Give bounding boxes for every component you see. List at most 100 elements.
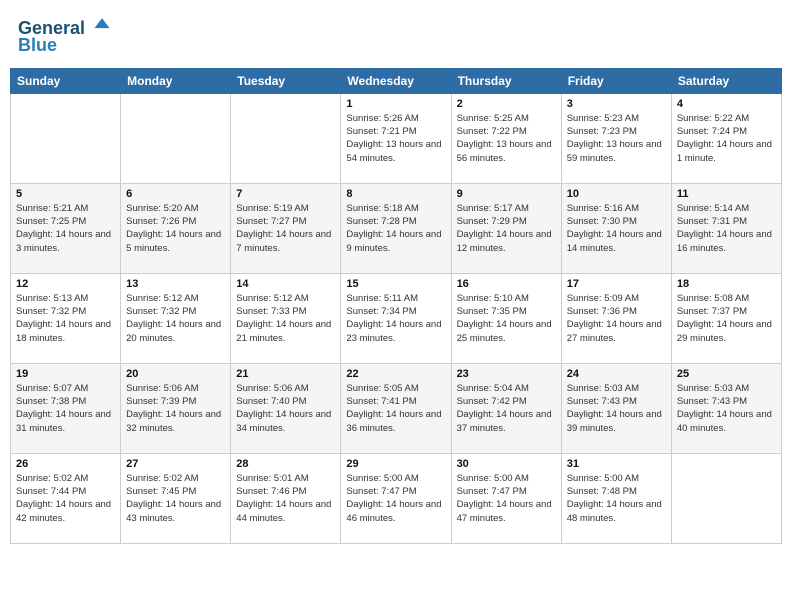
- calendar-day-cell: 9 Sunrise: 5:17 AMSunset: 7:29 PMDaylight…: [451, 183, 561, 273]
- day-number: 6: [126, 188, 225, 200]
- calendar-day-cell: 14 Sunrise: 5:12 AMSunset: 7:33 PMDayligh…: [231, 273, 341, 363]
- day-info: Sunrise: 5:05 AMSunset: 7:41 PMDaylight:…: [346, 382, 445, 435]
- day-info: Sunrise: 5:01 AMSunset: 7:46 PMDaylight:…: [236, 472, 335, 525]
- day-number: 15: [346, 278, 445, 290]
- weekday-header-cell: Tuesday: [231, 68, 341, 93]
- day-number: 27: [126, 458, 225, 470]
- day-info: Sunrise: 5:03 AMSunset: 7:43 PMDaylight:…: [567, 382, 666, 435]
- calendar-day-cell: 7 Sunrise: 5:19 AMSunset: 7:27 PMDaylight…: [231, 183, 341, 273]
- day-number: 21: [236, 368, 335, 380]
- calendar-week-row: 5 Sunrise: 5:21 AMSunset: 7:25 PMDaylight…: [11, 183, 782, 273]
- day-number: 1: [346, 98, 445, 110]
- calendar-day-cell: 6 Sunrise: 5:20 AMSunset: 7:26 PMDaylight…: [121, 183, 231, 273]
- day-number: 2: [457, 98, 556, 110]
- day-number: 24: [567, 368, 666, 380]
- day-number: 22: [346, 368, 445, 380]
- day-number: 11: [677, 188, 776, 200]
- calendar-day-cell: 4 Sunrise: 5:22 AMSunset: 7:24 PMDaylight…: [671, 93, 781, 183]
- day-number: 25: [677, 368, 776, 380]
- day-info: Sunrise: 5:00 AMSunset: 7:47 PMDaylight:…: [346, 472, 445, 525]
- calendar-body: 1Sunrise: 5:26 AMSunset: 7:21 PMDaylight…: [11, 93, 782, 543]
- day-number: 16: [457, 278, 556, 290]
- day-info: Sunrise: 5:21 AMSunset: 7:25 PMDaylight:…: [16, 202, 115, 255]
- weekday-header-cell: Monday: [121, 68, 231, 93]
- calendar-week-row: 26 Sunrise: 5:02 AMSunset: 7:44 PMDayligh…: [11, 453, 782, 543]
- day-info: Sunrise: 5:14 AMSunset: 7:31 PMDaylight:…: [677, 202, 776, 255]
- day-info: Sunrise: 5:06 AMSunset: 7:39 PMDaylight:…: [126, 382, 225, 435]
- day-info: Sunrise: 5:00 AMSunset: 7:47 PMDaylight:…: [457, 472, 556, 525]
- calendar-day-cell: 1Sunrise: 5:26 AMSunset: 7:21 PMDaylight…: [341, 93, 451, 183]
- day-number: 10: [567, 188, 666, 200]
- calendar-day-cell: 3 Sunrise: 5:23 AMSunset: 7:23 PMDaylight…: [561, 93, 671, 183]
- day-info: Sunrise: 5:16 AMSunset: 7:30 PMDaylight:…: [567, 202, 666, 255]
- day-info: Sunrise: 5:23 AMSunset: 7:23 PMDaylight:…: [567, 112, 666, 165]
- day-number: 13: [126, 278, 225, 290]
- day-info: Sunrise: 5:10 AMSunset: 7:35 PMDaylight:…: [457, 292, 556, 345]
- calendar-day-cell: 31 Sunrise: 5:00 AMSunset: 7:48 PMDayligh…: [561, 453, 671, 543]
- day-info: Sunrise: 5:18 AMSunset: 7:28 PMDaylight:…: [346, 202, 445, 255]
- day-number: 30: [457, 458, 556, 470]
- calendar-day-cell: 11 Sunrise: 5:14 AMSunset: 7:31 PMDayligh…: [671, 183, 781, 273]
- calendar-day-cell: 18Sunrise: 5:08 AMSunset: 7:37 PMDayligh…: [671, 273, 781, 363]
- day-info: Sunrise: 5:07 AMSunset: 7:38 PMDaylight:…: [16, 382, 115, 435]
- calendar-day-cell: 29 Sunrise: 5:00 AMSunset: 7:47 PMDayligh…: [341, 453, 451, 543]
- calendar-day-cell: [231, 93, 341, 183]
- day-info: Sunrise: 5:12 AMSunset: 7:32 PMDaylight:…: [126, 292, 225, 345]
- weekday-header-cell: Saturday: [671, 68, 781, 93]
- calendar-day-cell: 22 Sunrise: 5:05 AMSunset: 7:41 PMDayligh…: [341, 363, 451, 453]
- calendar-week-row: 19 Sunrise: 5:07 AMSunset: 7:38 PMDayligh…: [11, 363, 782, 453]
- day-number: 18: [677, 278, 776, 290]
- day-info: Sunrise: 5:02 AMSunset: 7:45 PMDaylight:…: [126, 472, 225, 525]
- day-number: 31: [567, 458, 666, 470]
- calendar-week-row: 12 Sunrise: 5:13 AMSunset: 7:32 PMDayligh…: [11, 273, 782, 363]
- day-number: 3: [567, 98, 666, 110]
- weekday-header-cell: Wednesday: [341, 68, 451, 93]
- day-number: 9: [457, 188, 556, 200]
- calendar-day-cell: 12 Sunrise: 5:13 AMSunset: 7:32 PMDayligh…: [11, 273, 121, 363]
- calendar-day-cell: 2 Sunrise: 5:25 AMSunset: 7:22 PMDaylight…: [451, 93, 561, 183]
- weekday-header-cell: Friday: [561, 68, 671, 93]
- day-number: 26: [16, 458, 115, 470]
- day-info: Sunrise: 5:11 AMSunset: 7:34 PMDaylight:…: [346, 292, 445, 345]
- day-number: 12: [16, 278, 115, 290]
- day-number: 19: [16, 368, 115, 380]
- day-info: Sunrise: 5:09 AMSunset: 7:36 PMDaylight:…: [567, 292, 666, 345]
- day-number: 17: [567, 278, 666, 290]
- day-number: 20: [126, 368, 225, 380]
- page-header: General Blue: [10, 10, 782, 60]
- day-info: Sunrise: 5:22 AMSunset: 7:24 PMDaylight:…: [677, 112, 776, 165]
- day-info: Sunrise: 5:06 AMSunset: 7:40 PMDaylight:…: [236, 382, 335, 435]
- day-info: Sunrise: 5:12 AMSunset: 7:33 PMDaylight:…: [236, 292, 335, 345]
- calendar-day-cell: 8 Sunrise: 5:18 AMSunset: 7:28 PMDaylight…: [341, 183, 451, 273]
- calendar-week-row: 1Sunrise: 5:26 AMSunset: 7:21 PMDaylight…: [11, 93, 782, 183]
- calendar-day-cell: 25Sunrise: 5:03 AMSunset: 7:43 PMDayligh…: [671, 363, 781, 453]
- calendar-day-cell: 13 Sunrise: 5:12 AMSunset: 7:32 PMDayligh…: [121, 273, 231, 363]
- day-number: 29: [346, 458, 445, 470]
- day-info: Sunrise: 5:13 AMSunset: 7:32 PMDaylight:…: [16, 292, 115, 345]
- calendar-day-cell: [11, 93, 121, 183]
- day-number: 4: [677, 98, 776, 110]
- weekday-header-cell: Thursday: [451, 68, 561, 93]
- calendar-day-cell: 23Sunrise: 5:04 AMSunset: 7:42 PMDayligh…: [451, 363, 561, 453]
- day-info: Sunrise: 5:25 AMSunset: 7:22 PMDaylight:…: [457, 112, 556, 165]
- day-info: Sunrise: 5:02 AMSunset: 7:44 PMDaylight:…: [16, 472, 115, 525]
- calendar-day-cell: [121, 93, 231, 183]
- calendar-day-cell: 30 Sunrise: 5:00 AMSunset: 7:47 PMDayligh…: [451, 453, 561, 543]
- weekday-header-cell: Sunday: [11, 68, 121, 93]
- day-number: 14: [236, 278, 335, 290]
- day-number: 7: [236, 188, 335, 200]
- day-info: Sunrise: 5:00 AMSunset: 7:48 PMDaylight:…: [567, 472, 666, 525]
- page-wrapper: General Blue SundayMondayTuesdayWednesda…: [10, 10, 782, 544]
- calendar-day-cell: 26 Sunrise: 5:02 AMSunset: 7:44 PMDayligh…: [11, 453, 121, 543]
- day-number: 5: [16, 188, 115, 200]
- day-number: 8: [346, 188, 445, 200]
- calendar-table: SundayMondayTuesdayWednesdayThursdayFrid…: [10, 68, 782, 544]
- day-info: Sunrise: 5:20 AMSunset: 7:26 PMDaylight:…: [126, 202, 225, 255]
- calendar-day-cell: 10 Sunrise: 5:16 AMSunset: 7:30 PMDayligh…: [561, 183, 671, 273]
- calendar-day-cell: 28Sunrise: 5:01 AMSunset: 7:46 PMDayligh…: [231, 453, 341, 543]
- day-info: Sunrise: 5:19 AMSunset: 7:27 PMDaylight:…: [236, 202, 335, 255]
- calendar-day-cell: 19 Sunrise: 5:07 AMSunset: 7:38 PMDayligh…: [11, 363, 121, 453]
- day-info: Sunrise: 5:17 AMSunset: 7:29 PMDaylight:…: [457, 202, 556, 255]
- day-info: Sunrise: 5:04 AMSunset: 7:42 PMDaylight:…: [457, 382, 556, 435]
- calendar-day-cell: 27 Sunrise: 5:02 AMSunset: 7:45 PMDayligh…: [121, 453, 231, 543]
